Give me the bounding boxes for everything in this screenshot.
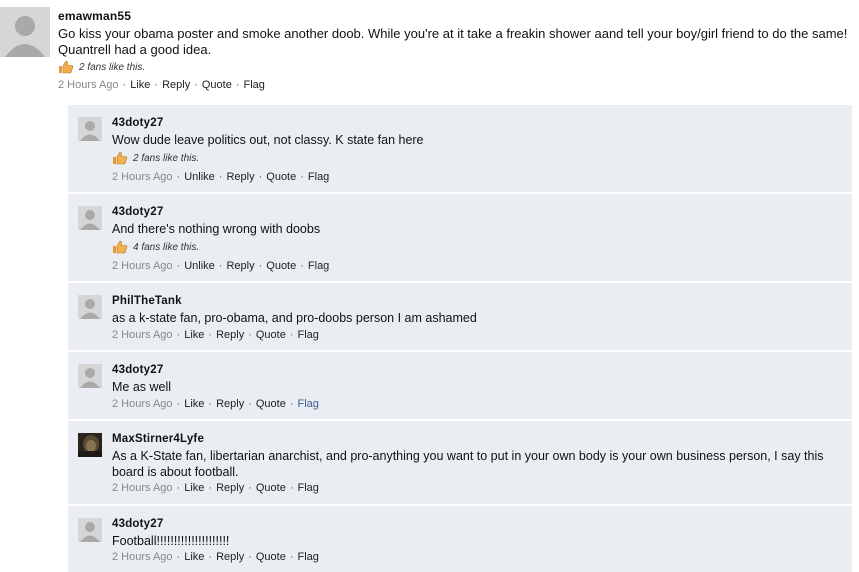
reply-link[interactable]: Reply	[226, 260, 254, 272]
quote-link[interactable]: Quote	[256, 398, 286, 410]
like-link[interactable]: Like	[184, 551, 204, 563]
reply-item: PhilTheTank as a k-state fan, pro-obama,…	[68, 283, 852, 350]
fans-count: 4 fans like this.	[112, 240, 199, 254]
like-link[interactable]: Like	[130, 79, 150, 91]
fans-count: 2 fans like this.	[58, 60, 145, 74]
timestamp: 2 Hours Ago	[112, 551, 173, 563]
comment-body: Go kiss your obama poster and smoke anot…	[58, 26, 848, 57]
timestamp: 2 Hours Ago	[112, 260, 173, 272]
reply-meta: 2 Hours Ago · Unlike · Reply · Quote · Flag	[112, 171, 330, 183]
fans-label: 2 fans like this.	[133, 152, 200, 164]
reply-username[interactable]: 43doty27	[112, 117, 163, 129]
timestamp: 2 Hours Ago	[112, 329, 173, 341]
reply-body: as a k-state fan, pro-obama, and pro-doo…	[112, 311, 477, 325]
avatar[interactable]	[78, 433, 102, 457]
reply-username[interactable]: 43doty27	[112, 518, 163, 530]
reply-body: Wow dude leave politics out, not classy.…	[112, 133, 424, 147]
reply-body: Me as well	[112, 380, 172, 394]
reply-link[interactable]: Reply	[162, 79, 190, 91]
reply-item: 43doty27 Me as well 2 Hours Ago · Like · Rep…	[68, 352, 852, 419]
reply-meta: 2 Hours Ago · Like · Reply · Quote · Flag	[112, 329, 319, 341]
top-comment: emawman55 Go kiss your obama poster and …	[0, 0, 859, 100]
reply-body: Football!!!!!!!!!!!!!!!!!!!!!	[112, 534, 230, 548]
reply-item: 43doty27 And there's nothing wrong with …	[68, 194, 852, 281]
timestamp: 2 Hours Ago	[112, 482, 173, 494]
like-link[interactable]: Like	[184, 482, 204, 494]
flag-link[interactable]: Flag	[308, 260, 329, 272]
reply-link[interactable]: Reply	[216, 551, 244, 563]
flag-link[interactable]: Flag	[298, 329, 319, 341]
thumbs-up-icon	[112, 240, 128, 254]
user-photo-icon	[78, 433, 102, 457]
default-user-icon	[78, 364, 102, 388]
reply-link[interactable]: Reply	[216, 398, 244, 410]
reply-link[interactable]: Reply	[216, 329, 244, 341]
quote-link[interactable]: Quote	[256, 329, 286, 341]
unlike-link[interactable]: Unlike	[184, 260, 215, 272]
reply-meta: 2 Hours Ago · Unlike · Reply · Quote · Flag	[112, 260, 330, 272]
comment-meta: 2 Hours Ago · Like · Reply · Quote · Flag	[58, 79, 265, 91]
reply-meta: 2 Hours Ago · Like · Reply · Quote · Flag	[112, 398, 319, 410]
timestamp: 2 Hours Ago	[112, 398, 173, 410]
like-link[interactable]: Like	[184, 398, 204, 410]
reply-meta: 2 Hours Ago · Like · Reply · Quote · Flag	[112, 551, 319, 563]
reply-link[interactable]: Reply	[216, 482, 244, 494]
reply-meta: 2 Hours Ago · Like · Reply · Quote · Flag	[112, 482, 319, 494]
quote-link[interactable]: Quote	[256, 482, 286, 494]
reply-item: 43doty27 Wow dude leave politics out, no…	[68, 105, 852, 192]
reply-item: 43doty27 Football!!!!!!!!!!!!!!!!!!!!! 2…	[68, 506, 852, 572]
quote-link[interactable]: Quote	[266, 171, 296, 183]
flag-link[interactable]: Flag	[298, 482, 319, 494]
quote-link[interactable]: Quote	[266, 260, 296, 272]
default-user-icon	[78, 295, 102, 319]
flag-link[interactable]: Flag	[244, 79, 265, 91]
fans-label: 2 fans like this.	[79, 61, 146, 73]
reply-body: And there's nothing wrong with doobs	[112, 222, 321, 236]
thumbs-up-icon	[112, 151, 128, 165]
reply-link[interactable]: Reply	[226, 171, 254, 183]
avatar[interactable]	[0, 7, 50, 57]
default-user-icon	[78, 518, 102, 542]
reply-username[interactable]: 43doty27	[112, 206, 163, 218]
avatar[interactable]	[78, 206, 102, 230]
reply-body: As a K-State fan, libertarian anarchist,…	[112, 449, 824, 479]
timestamp: 2 Hours Ago	[58, 79, 119, 91]
default-user-icon	[78, 117, 102, 141]
default-user-icon	[78, 206, 102, 230]
fans-label: 4 fans like this.	[133, 241, 200, 253]
quote-link[interactable]: Quote	[256, 551, 286, 563]
fans-count: 2 fans like this.	[112, 151, 199, 165]
reply-username[interactable]: 43doty27	[112, 364, 163, 376]
quote-link[interactable]: Quote	[202, 79, 232, 91]
flag-link[interactable]: Flag	[298, 398, 319, 410]
flag-link[interactable]: Flag	[308, 171, 329, 183]
avatar[interactable]	[78, 518, 102, 542]
reply-username[interactable]: MaxStirner4Lyfe	[112, 433, 204, 445]
like-link[interactable]: Like	[184, 329, 204, 341]
reply-item: MaxStirner4Lyfe As a K-State fan, libert…	[68, 421, 852, 504]
avatar[interactable]	[78, 117, 102, 141]
timestamp: 2 Hours Ago	[112, 171, 173, 183]
unlike-link[interactable]: Unlike	[184, 171, 215, 183]
flag-link[interactable]: Flag	[298, 551, 319, 563]
comment-username[interactable]: emawman55	[58, 9, 131, 23]
reply-username[interactable]: PhilTheTank	[112, 295, 182, 307]
avatar[interactable]	[78, 364, 102, 388]
thumbs-up-icon	[58, 60, 74, 74]
avatar[interactable]	[78, 295, 102, 319]
default-user-icon	[0, 7, 50, 57]
